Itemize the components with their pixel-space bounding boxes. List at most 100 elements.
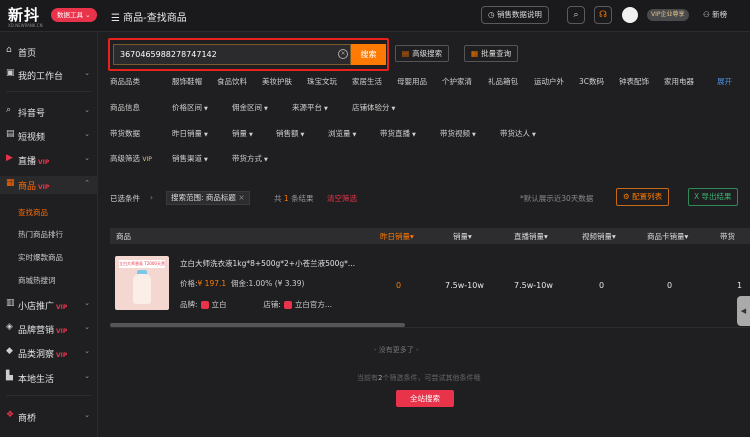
search-button[interactable]: 搜索 [351,44,386,65]
expand-button[interactable]: 展开 [717,76,732,87]
close-icon[interactable]: × [238,193,244,202]
newbie-link[interactable]: ⚇ 新榜 [703,9,727,20]
sidebar-item-store-promo[interactable]: ▥ 小店推广 VIP ⌄ [0,296,98,314]
menu-icon[interactable]: ☰ [111,13,123,24]
category-option[interactable]: 家用电器 [664,76,694,87]
influencer-dropdown[interactable]: 带货达人 ▼ [500,128,536,139]
search-input[interactable]: 3670465988278747142 [113,44,351,65]
brand-link[interactable]: 立白 [212,300,227,309]
col-live-sales[interactable]: 直播销量▾ [514,231,548,242]
search-scope-chip[interactable]: 搜索范围: 商品标题 × [166,191,250,205]
live-sales-dropdown[interactable]: 带货直播 ▼ [380,128,416,139]
col-sales[interactable]: 销量▾ [453,231,472,242]
shop-link[interactable]: 立白官方... [295,300,332,309]
sidebar-sub-find-goods[interactable]: 查找商品 [18,207,48,218]
chevron-down-icon: ⌄ [84,347,90,355]
home-icon: ⌂ [6,45,12,55]
horizontal-scrollbar[interactable] [110,323,405,327]
brand-icon [200,301,209,309]
commission-range-dropdown[interactable]: 佣金区间 ▼ [232,102,268,113]
product-name[interactable]: 立白大师洗衣液1kg*8+500g*2+小苍兰液500g*... [180,258,355,269]
sales-method-dropdown[interactable]: 带货方式 ▼ [232,153,268,164]
live-icon: ▶ [6,153,13,163]
brand-line: 品牌: 立白 店铺: 立白官方... [180,300,332,309]
settings-icon: ⚙ [623,192,633,201]
avatar[interactable] [622,7,638,23]
sidebar-item-home[interactable]: ⌂ 首页 [0,43,98,61]
col-yesterday-sales[interactable]: 昨日销量▾ [380,231,414,242]
config-list-button[interactable]: ⚙ 配置列表 [616,188,670,206]
headset-icon[interactable]: ☊ [594,6,612,24]
filter-row-info: 商品信息 价格区间 ▼ 佣金区间 ▼ 来源平台 ▼ 店铺体验分 ▼ [110,102,396,113]
sidebar-item-short-video[interactable]: ▤ 短视频 ⌄ [0,127,98,145]
video-sales-dropdown[interactable]: 带货视频 ▼ [440,128,476,139]
sales-channel-dropdown[interactable]: 销售渠道 ▼ [172,153,208,164]
sidebar-sub-hot-ranking[interactable]: 热门商品排行 [18,229,63,240]
chevron-down-icon: ⌄ [84,411,90,419]
main-content: 3670465988278747142 × 搜索 ▤ 高级搜索 ▦ 批量查询 商品品… [99,33,750,437]
batch-query-button[interactable]: ▦ 批量查询 [464,45,519,62]
app-logo[interactable]: 新抖 [8,4,40,25]
sort-down-icon: ▾ [410,232,414,241]
caret-down-icon: ▼ [412,132,416,138]
sidebar-item-goods[interactable]: ▦ 商品 VIP ⌃ [0,176,98,194]
export-button[interactable]: X 导出结果 [688,188,738,206]
category-option[interactable]: 3C数码 [579,76,604,87]
no-more-text: - 没有更多了 - [374,346,419,354]
table-row[interactable]: 立白大师香氛 T2000天然 立白大师洗衣液1kg*8+500g*2+小苍兰液5… [110,248,750,328]
caret-down-icon: ▼ [472,132,476,138]
caret-down-icon: ▼ [204,106,208,112]
category-option[interactable]: 家居生活 [352,76,382,87]
col-video-sales[interactable]: 视频销量▾ [582,231,616,242]
sidebar-item-douyin-account[interactable]: ⌕ 抖音号 ⌄ [0,103,98,121]
sales-dropdown[interactable]: 销量 ▼ [232,128,253,139]
top-bar: 新抖 XD.NEWRANK.CN 数据工具 ⌄ ☰ 商品-查找商品 ◷ 销售数据… [0,0,750,32]
chevron-down-icon: ⌄ [84,323,90,331]
sidebar-item-brand-marketing[interactable]: ◈ 品牌营销 VIP ⌄ [0,320,98,338]
site-wide-search-button[interactable]: 全站搜索 [396,390,454,407]
category-option[interactable]: 运动户外 [534,76,564,87]
category-option[interactable]: 食品饮料 [217,76,247,87]
sidebar-item-live[interactable]: ▶ 直播 VIP ⌄ [0,151,98,169]
category-option[interactable]: 服饰鞋帽 [172,76,202,87]
batch-icon: ▦ [471,49,479,58]
product-thumbnail[interactable]: 立白大师香氛 T2000天然 [115,256,169,310]
advanced-search-button[interactable]: ▤ 高级搜索 [395,45,450,62]
sales-explain-button[interactable]: ◷ 销售数据说明 [481,6,549,24]
price-range-dropdown[interactable]: 价格区间 ▼ [172,102,208,113]
category-option[interactable]: 礼品箱包 [488,76,518,87]
shop-icon [283,301,292,309]
sidebar-item-workbench[interactable]: ▣ 我的工作台 ⌄ [0,66,98,84]
category-option[interactable]: 珠宝文玩 [307,76,337,87]
revenue-dropdown[interactable]: 销售额 ▼ [276,128,304,139]
search-icon[interactable]: ⌕ [567,6,585,24]
sales-value: 7.5w-10w [445,281,484,290]
category-option[interactable]: 美妆护肤 [262,76,292,87]
data-tools-button[interactable]: 数据工具 ⌄ [51,8,97,22]
collapse-handle-icon[interactable]: ◀ [737,296,750,326]
category-option[interactable]: 母婴用品 [397,76,427,87]
category-option[interactable]: 个护家清 [442,76,472,87]
filter-hint: 当前有2个筛选条件，可尝试其他条件哦 [357,374,481,382]
source-platform-dropdown[interactable]: 来源平台 ▼ [292,102,328,113]
video-sales-value: 0 [599,281,605,290]
category-option[interactable]: 钟表配饰 [619,76,649,87]
store-icon: ▥ [6,298,15,308]
caret-down-icon: ▼ [532,132,536,138]
filter-row-sales: 带货数据 昨日销量 ▼ 销量 ▼ 销售额 ▼ 浏览量 ▼ 带货直播 ▼ 带货视频 ▼ 带货达… [110,128,536,139]
sidebar-item-bridge[interactable]: ❖ 商桥 ⌄ [0,408,98,426]
chevron-down-icon: ⌄ [84,69,90,77]
bridge-icon: ❖ [6,410,15,420]
sidebar-sub-realtime-hits[interactable]: 实时爆款商品 [18,252,63,263]
yesterday-sales-dropdown[interactable]: 昨日销量 ▼ [172,128,208,139]
search-area: 3670465988278747142 × 搜索 [108,38,389,71]
clear-icon[interactable]: × [338,49,348,59]
store-score-dropdown[interactable]: 店铺体验分 ▼ [352,102,395,113]
col-card-sales[interactable]: 商品卡销量▾ [647,231,688,242]
views-dropdown[interactable]: 浏览量 ▼ [328,128,356,139]
sidebar-item-local-life[interactable]: ▙ 本地生活 ⌄ [0,369,98,387]
sidebar-sub-mall-search-words[interactable]: 商城热搜词 [18,275,56,286]
filter-icon: ▤ [402,49,410,58]
clear-filters-link[interactable]: 清空筛选 [327,193,357,204]
sidebar-item-category-insight[interactable]: ◆ 品类洞察 VIP ⌄ [0,344,98,362]
